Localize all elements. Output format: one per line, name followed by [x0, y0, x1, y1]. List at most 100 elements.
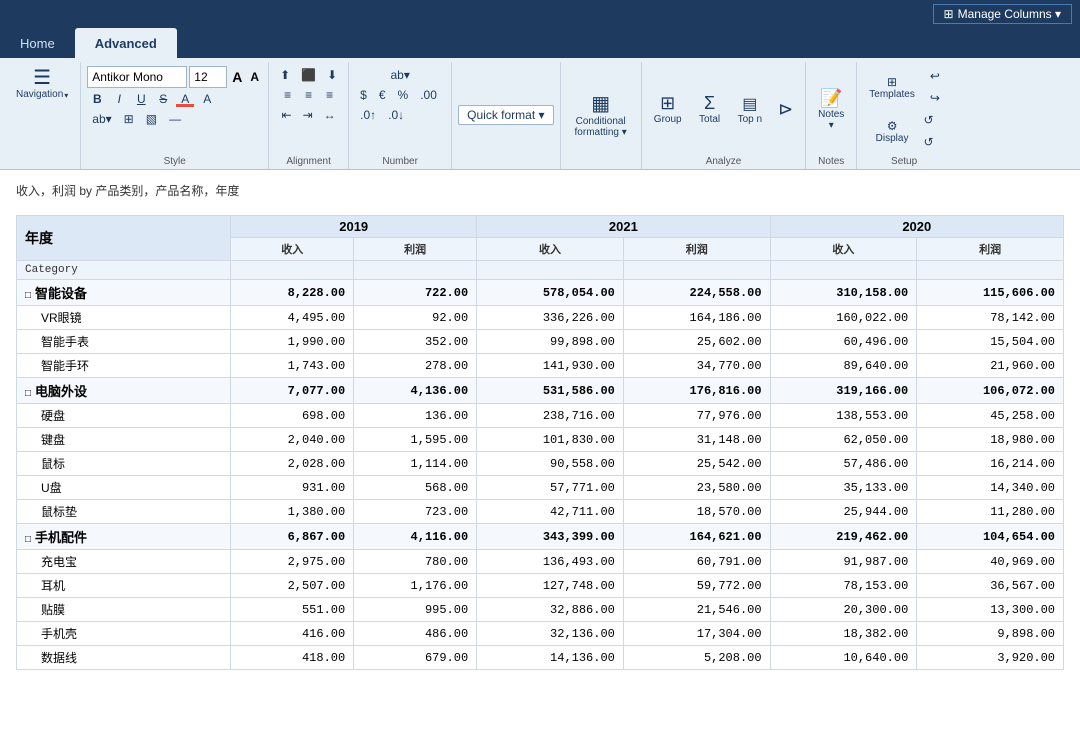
- group-total-cell: 164,621.00: [623, 524, 770, 550]
- undo-button[interactable]: ↩: [925, 66, 945, 86]
- conditional-formatting-button[interactable]: ▦ Conditionalformatting ▾: [567, 87, 635, 142]
- font-name-input[interactable]: [87, 66, 187, 88]
- templates-button[interactable]: ⊞ Templates: [863, 71, 921, 104]
- ribbon-group-alignment: ⬆ ⬛ ⬇ ≡ ≡ ≡ ⇤ ⇥ ↔ Alignment: [269, 62, 349, 169]
- group-header-row: □电脑外设7,077.004,136.00531,586.00176,816.0…: [17, 378, 1064, 404]
- navigation-arrow-icon: ▾: [64, 91, 68, 100]
- data-cell: 9,898.00: [917, 622, 1064, 646]
- group-total-cell: 176,816.00: [623, 378, 770, 404]
- data-cell: 1,595.00: [354, 428, 477, 452]
- indent-left-button[interactable]: ⇤: [277, 106, 297, 124]
- data-cell: 62,050.00: [770, 428, 917, 452]
- data-cell: 21,546.00: [623, 598, 770, 622]
- ribbon-group-number: ab▾ $ € % .00 .0↑ .0↓ Number: [349, 62, 452, 169]
- align-left-button[interactable]: ≡: [278, 86, 298, 104]
- display-icon: ⚙: [887, 119, 898, 133]
- data-cell: 25,542.00: [623, 452, 770, 476]
- indent-right-button[interactable]: ⇥: [298, 106, 318, 124]
- group-icon: ⊞: [660, 93, 675, 114]
- notes-button[interactable]: 📝 Notes ▾: [812, 84, 850, 135]
- table-row: 贴膜551.00995.0032,886.0021,546.0020,300.0…: [17, 598, 1064, 622]
- data-cell: 18,570.00: [623, 500, 770, 524]
- wrap-dropdown-button[interactable]: ab▾: [385, 66, 414, 84]
- table-row: 手机壳416.00486.0032,136.0017,304.0018,382.…: [17, 622, 1064, 646]
- border-all-button[interactable]: ⊞: [119, 110, 139, 128]
- table-row: 鼠标2,028.001,114.0090,558.0025,542.0057,4…: [17, 452, 1064, 476]
- table-row: 数据线418.00679.0014,136.005,208.0010,640.0…: [17, 646, 1064, 670]
- percent-button[interactable]: %: [393, 86, 414, 104]
- tab-bar: Home Advanced: [0, 28, 1080, 58]
- line-button[interactable]: —: [164, 110, 186, 128]
- data-cell: 23,580.00: [623, 476, 770, 500]
- decimal-button[interactable]: .00: [415, 86, 442, 104]
- italic-button[interactable]: I: [109, 90, 129, 108]
- underline-button[interactable]: U: [131, 90, 151, 108]
- increase-decimal-button[interactable]: .0↑: [355, 106, 381, 124]
- tab-home-label: Home: [20, 36, 55, 51]
- group-total-cell: 4,116.00: [354, 524, 477, 550]
- data-cell: 25,944.00: [770, 500, 917, 524]
- total-button[interactable]: Σ Total: [692, 89, 728, 129]
- redo-button[interactable]: ↪: [925, 88, 945, 108]
- category-label-cell: Category: [17, 261, 231, 280]
- category-row: Category: [17, 261, 1064, 280]
- data-cell: 1,114.00: [354, 452, 477, 476]
- font-size-input[interactable]: [189, 66, 227, 88]
- data-cell: 91,987.00: [770, 550, 917, 574]
- align-row-2: ≡ ≡ ≡: [278, 86, 340, 104]
- manage-columns-button[interactable]: ⊞ Manage Columns ▾: [933, 4, 1072, 24]
- display-button[interactable]: ⚙ Display: [870, 115, 915, 148]
- fill-color-button[interactable]: ▧: [141, 110, 162, 128]
- navigation-button[interactable]: ☰ Navigation ▾: [10, 66, 74, 102]
- font-grow-button[interactable]: A: [229, 68, 245, 86]
- group-total-cell: 104,654.00: [917, 524, 1064, 550]
- font-color-button[interactable]: A: [197, 90, 217, 108]
- font-shrink-button[interactable]: A: [247, 69, 262, 85]
- bold-button[interactable]: B: [87, 90, 107, 108]
- group-total-cell: 319,166.00: [770, 378, 917, 404]
- data-cell: 2,507.00: [231, 574, 354, 598]
- align-middle-button[interactable]: ⬛: [296, 66, 321, 84]
- refresh2-button[interactable]: ↺: [918, 132, 938, 152]
- align-row-3: ⇤ ⇥ ↔: [277, 106, 341, 124]
- ribbon: ☰ Navigation ▾ A A B I U S A: [0, 58, 1080, 170]
- decrease-decimal-button[interactable]: .0↓: [383, 106, 409, 124]
- group-button[interactable]: ⊞ Group: [648, 89, 688, 129]
- breadcrumb: 收入，利润 by 产品类别，产品名称，年度: [16, 182, 1064, 199]
- highlight-button[interactable]: A: [175, 90, 195, 108]
- format-row-1: B I U S A A: [87, 90, 217, 108]
- quick-format-button[interactable]: Quick format ▾: [458, 105, 553, 125]
- font-controls: A A: [87, 66, 262, 88]
- ribbon-group-style: A A B I U S A A ab▾ ⊞ ▧ — Style: [81, 62, 269, 169]
- align-right-button[interactable]: ≡: [320, 86, 340, 104]
- data-cell: 10,640.00: [770, 646, 917, 670]
- data-cell: 89,640.00: [770, 354, 917, 378]
- tab-home[interactable]: Home: [0, 28, 75, 58]
- tab-advanced[interactable]: Advanced: [75, 28, 177, 58]
- strikethrough-button[interactable]: S: [153, 90, 173, 108]
- align-center-button[interactable]: ≡: [299, 86, 319, 104]
- currency-eur-button[interactable]: €: [374, 86, 391, 104]
- total-icon: Σ: [704, 93, 715, 114]
- year-col-header: 年度: [17, 216, 231, 261]
- group-total-cell: 8,228.00: [231, 280, 354, 306]
- notes-label: Notes: [818, 109, 844, 120]
- category-col-header: 收入: [231, 238, 354, 261]
- data-cell: 25,602.00: [623, 330, 770, 354]
- content-area: 收入，利润 by 产品类别，产品名称，年度 年度 2019 2021 2020 …: [0, 170, 1080, 739]
- topn-button[interactable]: ▤ Top n: [732, 90, 768, 129]
- merge-button[interactable]: ↔: [319, 106, 341, 124]
- data-cell: 45,258.00: [917, 404, 1064, 428]
- data-cell: 78,153.00: [770, 574, 917, 598]
- data-cell: 418.00: [231, 646, 354, 670]
- align-top-button[interactable]: ⬆: [275, 66, 295, 84]
- currency-usd-button[interactable]: $: [355, 86, 372, 104]
- align-bottom-button[interactable]: ⬇: [322, 66, 342, 84]
- table-row: 键盘2,040.001,595.00101,830.0031,148.0062,…: [17, 428, 1064, 452]
- data-cell: 11,280.00: [917, 500, 1064, 524]
- refresh-button[interactable]: ↺: [918, 110, 938, 130]
- wrap-text-button[interactable]: ab▾: [87, 110, 116, 128]
- data-cell: 416.00: [231, 622, 354, 646]
- year-2021-header: 2021: [477, 216, 770, 238]
- filter-button[interactable]: ⊳: [772, 95, 799, 124]
